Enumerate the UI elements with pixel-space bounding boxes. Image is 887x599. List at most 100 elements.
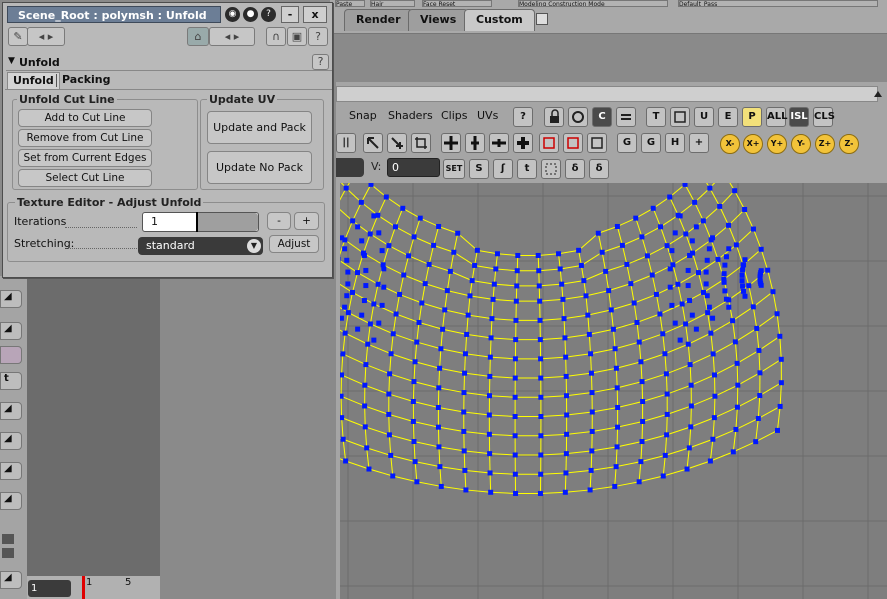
u-value-input[interactable] (336, 158, 364, 177)
mirror-icon[interactable]: || (336, 133, 356, 153)
lock-icon[interactable] (544, 107, 564, 127)
left-strip-button[interactable]: ◢ (0, 290, 22, 308)
v-value-input[interactable]: 0 (387, 158, 440, 177)
axis-y-plus-button[interactable]: Y+ (767, 134, 787, 154)
tab-add-icon[interactable] (536, 13, 548, 25)
scene-icon[interactable]: ⌂ (187, 27, 209, 46)
hint-pass[interactable]: Default_Pass (678, 0, 878, 7)
menu-clips[interactable]: Clips (441, 109, 468, 122)
hint-hair[interactable]: Hair (370, 0, 415, 7)
tab-render[interactable]: Render (344, 9, 413, 31)
menu-shaders[interactable]: Shaders (388, 109, 433, 122)
pin-icon[interactable]: P (742, 107, 762, 127)
left-strip-button[interactable]: ◢ (0, 402, 22, 420)
menu-snap[interactable]: Snap (349, 109, 377, 122)
iterations-slider-track[interactable] (198, 213, 258, 231)
toolbar-help-button[interactable]: ? (308, 27, 328, 46)
select-closest-button[interactable]: CLS (813, 107, 835, 127)
left-strip-button[interactable] (0, 346, 22, 364)
left-strip-button[interactable]: ◢ (0, 462, 22, 480)
camera-icon[interactable]: ● (243, 7, 258, 22)
section-help-button[interactable]: ? (312, 54, 329, 70)
weld-icon[interactable]: δ (565, 159, 585, 179)
move-icon[interactable] (387, 133, 407, 153)
text-tool-button[interactable]: T (646, 107, 666, 127)
left-strip-button[interactable]: ◢ (0, 432, 22, 450)
chevron-down-icon[interactable]: ▼ (247, 239, 261, 253)
window-title[interactable]: Scene_Root : polymsh : Unfold (7, 6, 221, 23)
snap-grid-icon[interactable]: G (617, 133, 637, 153)
refresh-icon[interactable] (568, 107, 588, 127)
plus-icon[interactable] (513, 133, 533, 153)
snap-point-icon[interactable]: G (641, 133, 661, 153)
add-to-cut-line-button[interactable]: Add to Cut Line (18, 109, 152, 127)
align-e-icon[interactable]: E (718, 107, 738, 127)
stretching-select[interactable]: standard (138, 237, 263, 255)
window-icon[interactable]: ◉ (225, 7, 240, 22)
uv-viewport[interactable] (340, 183, 887, 599)
menu-uvs[interactable]: UVs (477, 109, 498, 122)
relax-icon[interactable]: ʃ (493, 159, 513, 179)
help-icon[interactable]: ? (261, 7, 276, 22)
left-strip-button[interactable]: ◢ (0, 571, 22, 589)
update-no-pack-button[interactable]: Update No Pack (207, 151, 312, 184)
uv-editor-expand-icon[interactable] (870, 86, 887, 102)
align-u-icon[interactable]: U (694, 107, 714, 127)
arrow-icon[interactable] (363, 133, 383, 153)
collapse-icon[interactable]: ▼ (8, 56, 15, 66)
crop-icon[interactable] (411, 133, 431, 153)
tab-unfold[interactable]: Unfold (7, 72, 60, 89)
select-box-icon[interactable] (541, 159, 561, 179)
nav-arrows-icon[interactable]: ◂ ▸ (209, 27, 255, 46)
tab-views[interactable]: Views (408, 9, 469, 31)
frame-icon[interactable] (670, 107, 690, 127)
tab-custom[interactable]: Custom (464, 9, 535, 31)
close-button[interactable]: x (303, 6, 327, 23)
set-button[interactable]: SET (443, 159, 465, 179)
cut-icon[interactable]: δ (589, 159, 609, 179)
axis-z-minus-button[interactable]: Z- (839, 134, 859, 154)
remove-from-cut-line-button[interactable]: Remove from Cut Line (18, 129, 152, 147)
timeline-marker[interactable] (82, 576, 85, 599)
distribute-icon[interactable]: + (689, 133, 709, 153)
stretch-icon[interactable]: H (665, 133, 685, 153)
select-island-button[interactable]: ISL (789, 107, 809, 127)
hint-paste[interactable]: Paste (335, 0, 365, 7)
axis-x-minus-button[interactable]: X- (720, 134, 740, 154)
adjust-button[interactable]: Adjust (269, 235, 319, 253)
color-swatch[interactable] (2, 534, 14, 544)
color-swatch[interactable] (2, 548, 14, 558)
scale-h-icon[interactable] (489, 133, 509, 153)
preset-icon[interactable]: ▣ (287, 27, 307, 46)
grid-alt-icon[interactable] (563, 133, 583, 153)
set-from-current-edges-button[interactable]: Set from Current Edges (18, 149, 152, 167)
left-strip-button[interactable]: ◢ (0, 492, 22, 510)
update-and-pack-button[interactable]: Update and Pack (207, 111, 312, 144)
iterations-slider-handle[interactable] (196, 212, 198, 232)
left-strip-label[interactable]: t (0, 372, 22, 390)
copy-icon[interactable]: C (592, 107, 612, 127)
frame-input[interactable]: 1 (28, 580, 71, 597)
scale-icon[interactable] (441, 133, 461, 153)
hint-face-reset[interactable]: Face Reset (422, 0, 492, 7)
cube-icon[interactable] (587, 133, 607, 153)
iterations-plus-button[interactable]: + (294, 212, 319, 230)
back-forward-icon[interactable]: ◂ ▸ (27, 27, 65, 46)
straighten-icon[interactable]: S (469, 159, 489, 179)
tear-icon[interactable]: t (517, 159, 537, 179)
swap-icon[interactable] (616, 107, 636, 127)
axis-z-plus-button[interactable]: Z+ (815, 134, 835, 154)
axis-x-plus-button[interactable]: X+ (743, 134, 763, 154)
grid-icon[interactable] (539, 133, 559, 153)
hint-modeling-mode[interactable]: Modeling Construction Mode (518, 0, 668, 7)
select-cut-line-button[interactable]: Select Cut Line (18, 169, 152, 187)
iterations-minus-button[interactable]: - (267, 212, 291, 230)
minimize-button[interactable]: - (281, 6, 299, 23)
tab-packing[interactable]: Packing (57, 72, 116, 89)
magnet-icon[interactable]: ∩ (266, 27, 286, 46)
axis-y-minus-button[interactable]: Y- (791, 134, 811, 154)
wrench-icon[interactable]: ✎ (8, 27, 28, 46)
select-all-button[interactable]: ALL (766, 107, 787, 127)
uv-help-button[interactable]: ? (513, 107, 533, 127)
left-strip-button[interactable]: ◢ (0, 322, 22, 340)
